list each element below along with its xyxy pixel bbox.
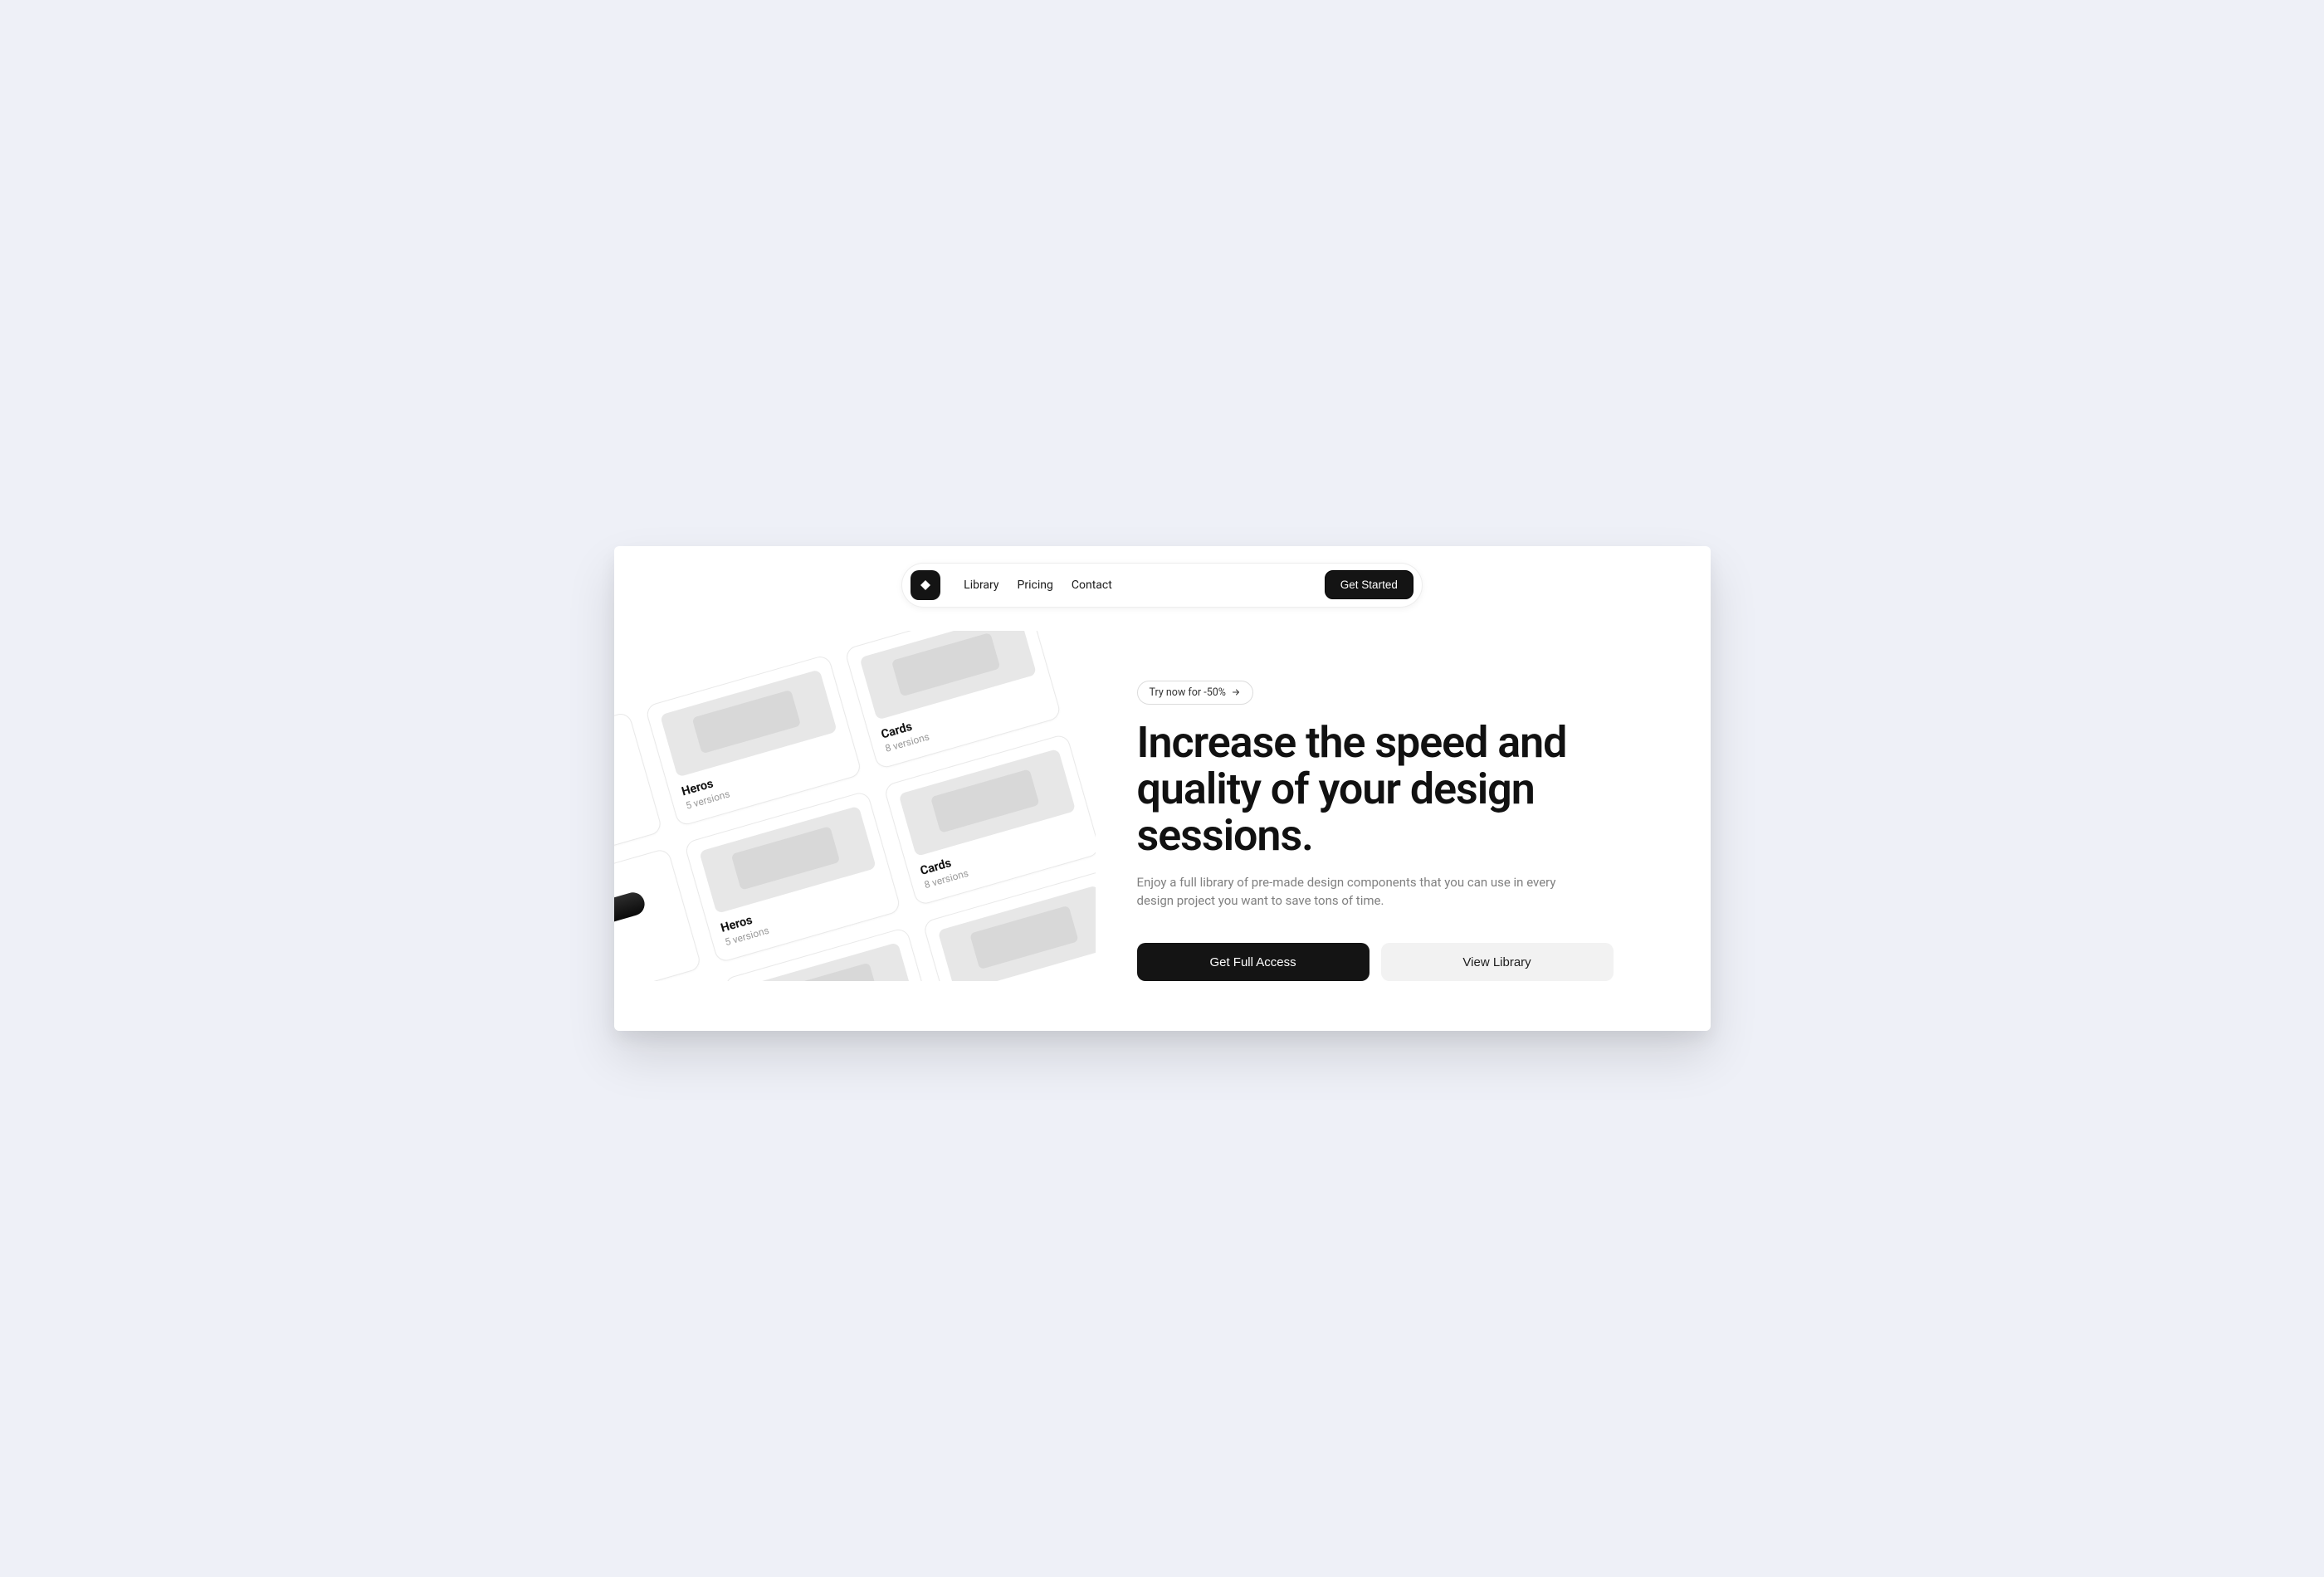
illus-card-buttons: Buttons 12 versions	[614, 847, 702, 982]
get-full-access-button[interactable]: Get Full Access	[1137, 943, 1370, 981]
nav-link-pricing[interactable]: Pricing	[1018, 579, 1053, 592]
hero-headline: Increase the speed and quality of your d…	[1137, 720, 1602, 859]
nav-link-contact[interactable]: Contact	[1072, 579, 1112, 592]
logo-icon[interactable]	[911, 570, 940, 600]
get-started-button[interactable]: Get Started	[1325, 570, 1413, 599]
nav-wrap: Library Pricing Contact Get Started	[614, 563, 1711, 608]
promo-badge-label: Try now for -50%	[1150, 686, 1226, 699]
hero-section: Try now for -50% Increase the speed and …	[1137, 631, 1661, 982]
promo-badge[interactable]: Try now for -50%	[1137, 681, 1253, 705]
nav-link-library[interactable]: Library	[964, 579, 998, 592]
landing-canvas: Library Pricing Contact Get Started Butt…	[614, 546, 1711, 1032]
main-row: Buttons 12 versions Heros 5 versions Car…	[614, 631, 1711, 982]
nav-links: Library Pricing Contact	[964, 579, 1112, 592]
top-nav: Library Pricing Contact Get Started	[901, 563, 1423, 608]
cta-row: Get Full Access View Library	[1137, 943, 1661, 981]
arrow-right-icon	[1231, 687, 1241, 697]
hero-subcopy: Enjoy a full library of pre-made design …	[1137, 874, 1569, 911]
hero-illustration: Buttons 12 versions Heros 5 versions Car…	[614, 631, 1096, 982]
view-library-button[interactable]: View Library	[1381, 943, 1614, 981]
